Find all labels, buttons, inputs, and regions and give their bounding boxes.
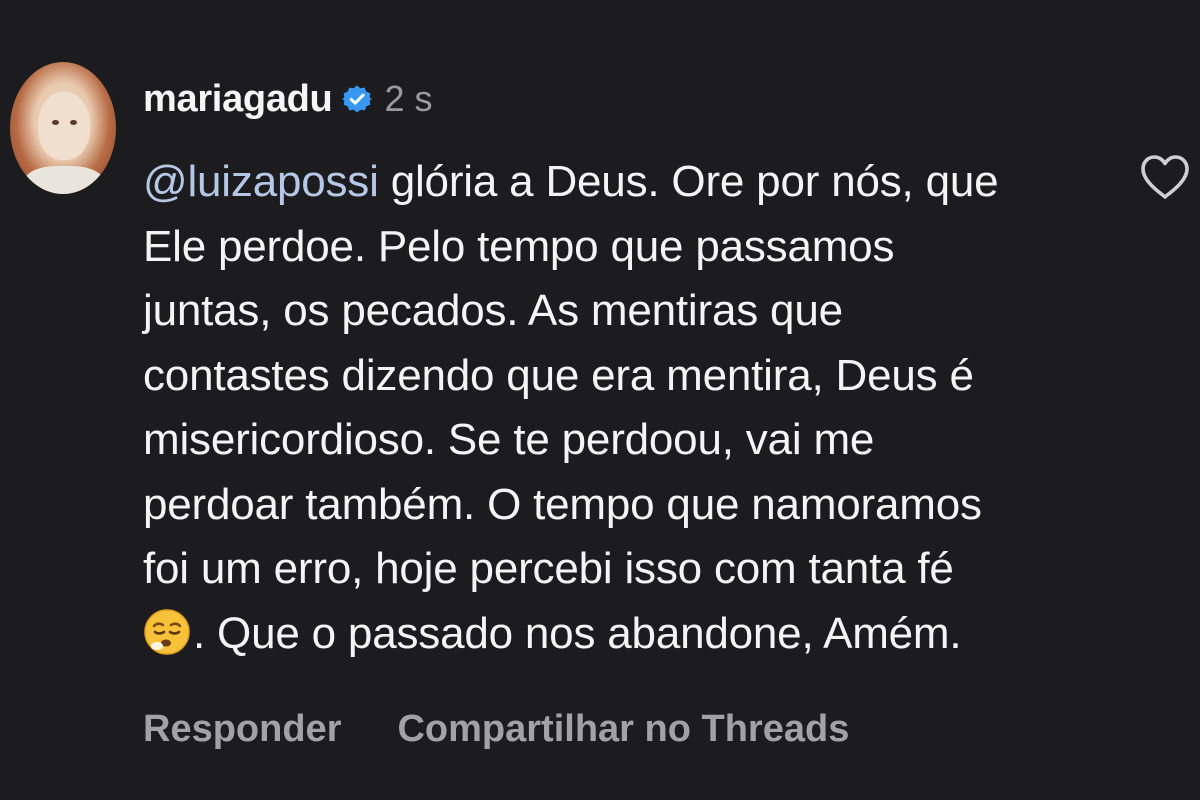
relieved-face-emoji (143, 608, 191, 656)
mention-link[interactable]: @luizapossi (143, 157, 379, 206)
comment-line: Ele perdoe. Pelo tempo que passamos (143, 221, 895, 271)
comment-text: @luizapossi glória a Deus. Ore por nós, … (143, 150, 1103, 666)
avatar-eye-right (70, 120, 77, 125)
comment-timestamp: 2 s (384, 78, 433, 119)
share-threads-button[interactable]: Compartilhar no Threads (397, 708, 849, 751)
comment-line: foi um erro, hoje percebi isso com tanta… (143, 544, 954, 593)
comment-actions: Responder Compartilhar no Threads (143, 708, 849, 751)
comment-line: contastes dizendo que era mentira, Deus … (143, 350, 974, 400)
comment-line: . Que o passado nos abandone, Amém. (143, 602, 1103, 667)
verified-badge-icon (342, 84, 373, 114)
comment-line: misericordioso. Se te perdoou, vai me (143, 415, 875, 464)
username[interactable]: mariagadu (143, 78, 333, 121)
avatar-face (38, 92, 90, 160)
comment-line: perdoar também. O tempo que namoramos (143, 479, 982, 529)
avatar-shirt (24, 166, 104, 194)
comment-line-text: . Que o passado nos abandone, Amém. (193, 608, 962, 658)
avatar[interactable] (10, 62, 116, 194)
reply-button[interactable]: Responder (143, 708, 341, 751)
avatar-eye-left (52, 120, 59, 125)
heart-outline-icon[interactable] (1138, 152, 1192, 202)
comment-line-text: glória a Deus. Ore por nós, que (378, 157, 999, 206)
comment-line: @luizapossi glória a Deus. Ore por nós, … (143, 150, 1103, 215)
comment: mariagadu 2 s @luizapossi glória a Deus.… (0, 0, 1200, 800)
comment-header: mariagadu 2 s (143, 74, 433, 124)
comment-line: juntas, os pecados. As mentiras que (143, 286, 843, 335)
